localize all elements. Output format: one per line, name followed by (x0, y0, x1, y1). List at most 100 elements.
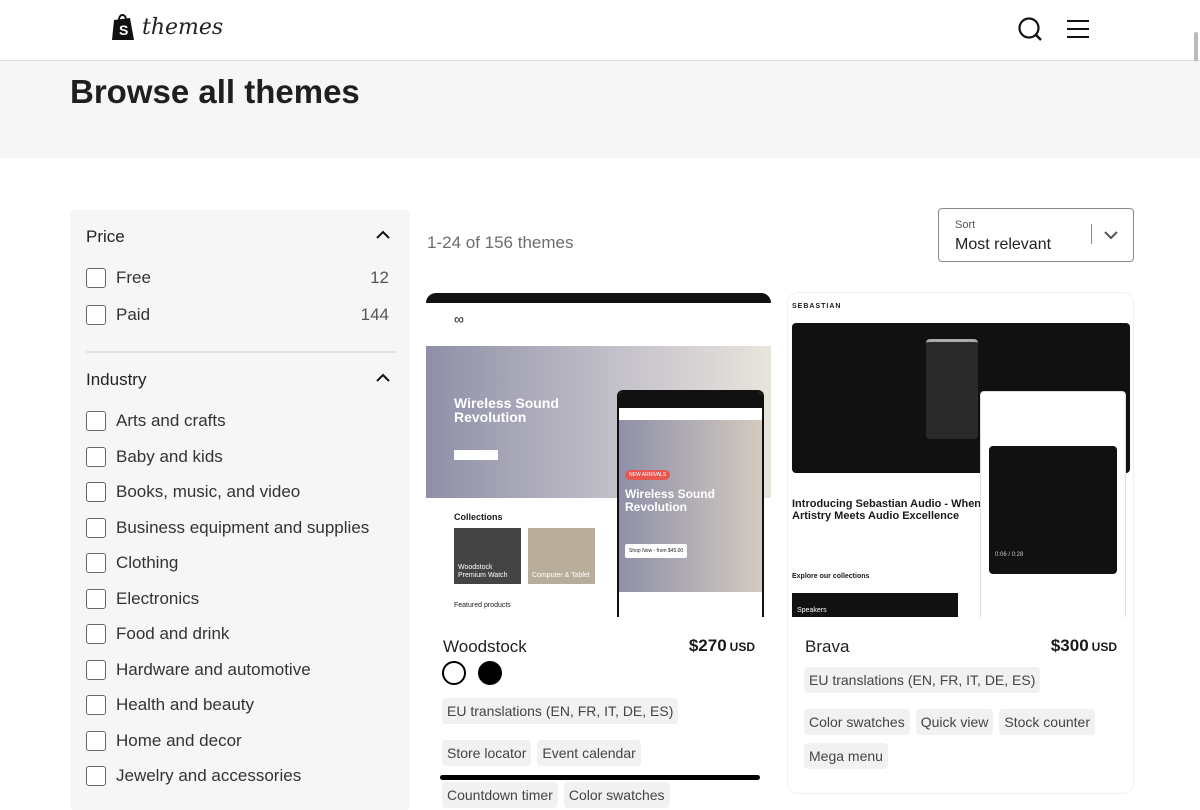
site-header: S themes (0, 0, 1200, 61)
preview-headline: Introducing Sebastian Audio - When Artis… (792, 498, 982, 522)
divider (1091, 224, 1092, 244)
price-filter-heading[interactable]: Price (86, 227, 125, 247)
theme-card-brava[interactable]: SEBASTIAN Introducing Sebastian Audio - … (788, 293, 1133, 793)
theme-name[interactable]: Brava (805, 637, 849, 657)
filter-industry-option[interactable]: Clothing (86, 553, 389, 573)
preview-collections: Collections (454, 512, 503, 522)
filter-free[interactable]: Free 12 (86, 268, 389, 288)
option-label: Free (116, 268, 151, 287)
preview-mobile-frame: NEW ARRIVALS Wireless Sound Revolution S… (617, 390, 764, 617)
sort-value: Most relevant (955, 236, 1052, 253)
price-currency: USD (729, 640, 755, 654)
option-label: Clothing (116, 553, 179, 572)
feature-tag: Quick view (915, 709, 994, 735)
feature-tag: Event calendar (537, 740, 641, 766)
option-label: Baby and kids (116, 446, 223, 466)
feature-tag: Color swatches (804, 709, 910, 735)
industry-filter-heading[interactable]: Industry (86, 370, 146, 390)
checkbox[interactable] (86, 588, 106, 609)
checkbox[interactable] (86, 517, 106, 538)
checkbox[interactable] (86, 305, 106, 325)
option-label: Hardware and automotive (116, 659, 311, 679)
option-label: Food and drink (116, 624, 230, 643)
checkbox[interactable] (86, 624, 106, 644)
checkbox[interactable] (86, 482, 106, 502)
preview-featured: Featured products (454, 602, 511, 609)
filter-industry-option[interactable]: Baby and kids (86, 446, 389, 467)
hero-band: Browse all themes (0, 61, 1200, 158)
price-amount: $270 (688, 636, 727, 655)
theme-price: $270 USD (689, 636, 755, 656)
price-currency: USD (1091, 640, 1117, 654)
preview-headline: Wireless Sound Revolution (454, 395, 559, 425)
sort-select[interactable]: Sort Most relevant (938, 208, 1134, 262)
preview-collection-label: Woodstock Premium Watch (458, 564, 508, 579)
preview-collection-label: Computer & Tablet (532, 572, 590, 579)
logo[interactable]: S themes (110, 12, 223, 42)
option-label: Jewelry and accessories (116, 766, 302, 785)
logo-text: themes (142, 14, 224, 40)
preview-collections: Explore our collections (792, 573, 870, 580)
preview-shop-button: Shop Now - from $45.00 (625, 544, 688, 558)
checkbox[interactable] (86, 766, 106, 786)
preview-time: 0:06 / 0:28 (995, 552, 1024, 558)
filter-industry-option[interactable]: Food and drink (86, 624, 389, 644)
checkbox[interactable] (86, 411, 106, 431)
theme-preview-image[interactable]: SEBASTIAN Introducing Sebastian Audio - … (788, 293, 1133, 617)
filter-industry-option[interactable]: Hardware and automotive (86, 659, 389, 680)
option-label: Paid (116, 305, 151, 324)
filter-industry-option[interactable]: Arts and crafts (86, 411, 389, 431)
filter-industry-option[interactable]: Business equipment and supplies (86, 517, 389, 538)
chevron-down-icon (1104, 231, 1118, 240)
feature-tag: Stock counter (999, 709, 1095, 735)
preview-item: Speakers (792, 593, 958, 617)
page-title: Browse all themes (70, 73, 360, 110)
preview-badge: NEW ARRIVALS (625, 470, 671, 480)
chevron-up-icon[interactable] (376, 230, 390, 240)
option-label: Business equipment and supplies (116, 517, 370, 537)
option-label: Books, music, and video (116, 482, 301, 501)
filter-industry-option[interactable]: Health and beauty (86, 695, 389, 715)
preview-collection-tile: Computer & Tablet (528, 528, 595, 584)
divider (86, 351, 396, 353)
theme-name[interactable]: Woodstock (443, 637, 527, 657)
checkbox[interactable] (86, 553, 106, 573)
option-count: 144 (360, 305, 389, 324)
checkbox[interactable] (86, 695, 106, 715)
checkbox[interactable] (86, 659, 106, 680)
option-label: Health and beauty (116, 695, 254, 714)
theme-card-woodstock[interactable]: ∞ Wireless Sound Revolution Collections … (426, 293, 771, 808)
option-count: 12 (370, 268, 389, 287)
shopify-bag-icon: S (112, 14, 134, 40)
filter-industry-option[interactable]: Home and decor (86, 730, 389, 751)
feature-tag: Countdown timer (442, 782, 558, 808)
filter-industry-option[interactable]: Electronics (86, 588, 389, 609)
scroll-indicator (440, 775, 760, 780)
option-label: Electronics (116, 588, 200, 608)
search-icon[interactable] (1017, 16, 1043, 42)
svg-text:S: S (119, 22, 128, 38)
theme-price: $300 USD (1051, 636, 1117, 656)
checkbox[interactable] (86, 268, 106, 288)
filter-industry-option[interactable]: Books, music, and video (86, 482, 389, 502)
filter-industry-option[interactable]: Jewelry and accessories (86, 766, 389, 786)
sort-label: Sort (955, 219, 976, 231)
swatch-black[interactable] (478, 661, 502, 685)
checkbox[interactable] (86, 730, 106, 751)
results-count: 1-24 of 156 themes (427, 233, 574, 252)
preview-mobile-headline: Wireless Sound Revolution (625, 487, 715, 514)
theme-preview-image[interactable]: ∞ Wireless Sound Revolution Collections … (426, 293, 771, 617)
preview-collection-tile: Woodstock Premium Watch (454, 528, 521, 584)
menu-icon[interactable] (1066, 18, 1090, 40)
preview-brand: SEBASTIAN (792, 303, 842, 310)
feature-tag: Mega menu (804, 743, 888, 769)
chevron-up-icon[interactable] (376, 373, 390, 383)
filter-paid[interactable]: Paid 144 (86, 305, 389, 325)
feature-tag: Store locator (442, 740, 532, 766)
checkbox[interactable] (86, 446, 106, 467)
swatch-white[interactable] (442, 661, 466, 685)
feature-tag: EU translations (EN, FR, IT, DE, ES) (442, 698, 679, 724)
filter-sidebar: Price Free 12 Paid 144 Industry Arts and c… (70, 210, 410, 810)
option-label: Home and decor (116, 730, 242, 750)
option-label: Arts and crafts (116, 411, 226, 430)
